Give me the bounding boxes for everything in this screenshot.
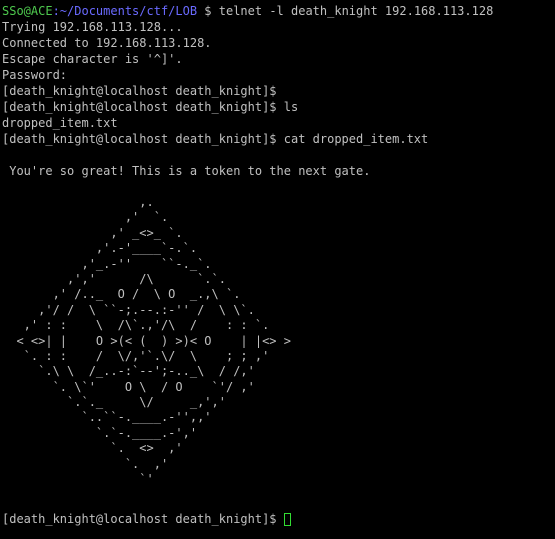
ascii-art-line: ,' _<>_ `. [2,225,183,240]
ascii-art-line: ,' `. [2,210,169,225]
terminal-window[interactable]: SSo@ACE:~/Documents/ctf/LOB $ telnet -l … [2,3,555,539]
ascii-art-line: ,'.-'____`-.`. [2,241,198,256]
ascii-art-line: `. \`' O \ / O `'/ ,' [2,379,255,394]
final-prompt: [death_knight@localhost death_knight]$ [2,512,284,527]
ascii-art-token: ,. ,' `. ,' _<>_ `. ,'.-'____`-.`. ,'_.-… [2,195,555,487]
output-line: [death_knight@localhost death_knight]$ [2,84,277,98]
ascii-art-line: ,. [2,195,154,209]
ascii-art-line: ,' : : \ /\`.,'/\ / : : `. [2,318,270,333]
final-prompt-line[interactable]: [death_knight@localhost death_knight]$ [2,511,555,527]
prompt-user-host: SSo@ACE [2,4,53,18]
output-line: Connected to 192.168.113.128. [2,36,212,50]
ascii-art-line: `. <> ,' [2,441,183,456]
ascii-art-line: `.\ \ /_..-:`--';-.._\ / /,' [2,364,255,379]
output-line: dropped_item.txt [2,116,118,130]
telnet-command: $ telnet -l death_knight 192.168.113.128 [197,4,494,18]
ascii-art-line: < <>| | O >(< ( ) >)< O | |<> > [2,333,291,348]
output-line: [death_knight@localhost death_knight]$ l… [2,100,299,114]
output-line: [death_knight@localhost death_knight]$ c… [2,132,429,146]
ascii-art-line: `' [2,472,154,487]
ascii-art-line: `. : : / \/,'`.\/ \ ; ; ,' [2,348,270,363]
ascii-art-line: ,'/ / \ ``-;.--.:-'' / \ \`. [2,302,255,317]
ascii-art-line: `..``-.____.-'',,' [2,410,212,425]
prompt-path: :~/Documents/ctf/LOB [52,4,198,18]
output-line: You're so great! This is a token to the … [2,164,371,178]
output-line: Trying 192.168.113.128... [2,20,183,34]
blank-gap [2,487,555,511]
ascii-art-line: ,'_.-'' ``-._`. [2,256,212,271]
ascii-art-line: `. ,' [2,456,169,471]
output-line: Password: [2,68,68,82]
ascii-art-line: ,',' /\ `.`. [2,271,226,286]
ascii-art-line: `.`-.____.-',' [2,425,198,440]
ascii-art-line: `.`._ \/ _,',' [2,395,226,410]
first-prompt-line: SSo@ACE:~/Documents/ctf/LOB $ telnet -l … [2,3,555,19]
terminal-output: Trying 192.168.113.128... Connected to 19… [2,19,555,179]
ascii-art-line: ,' /.._ O / \ O _.,\ `. [2,287,241,302]
terminal-cursor[interactable] [283,513,291,527]
output-line: Escape character is '^]'. [2,52,183,66]
